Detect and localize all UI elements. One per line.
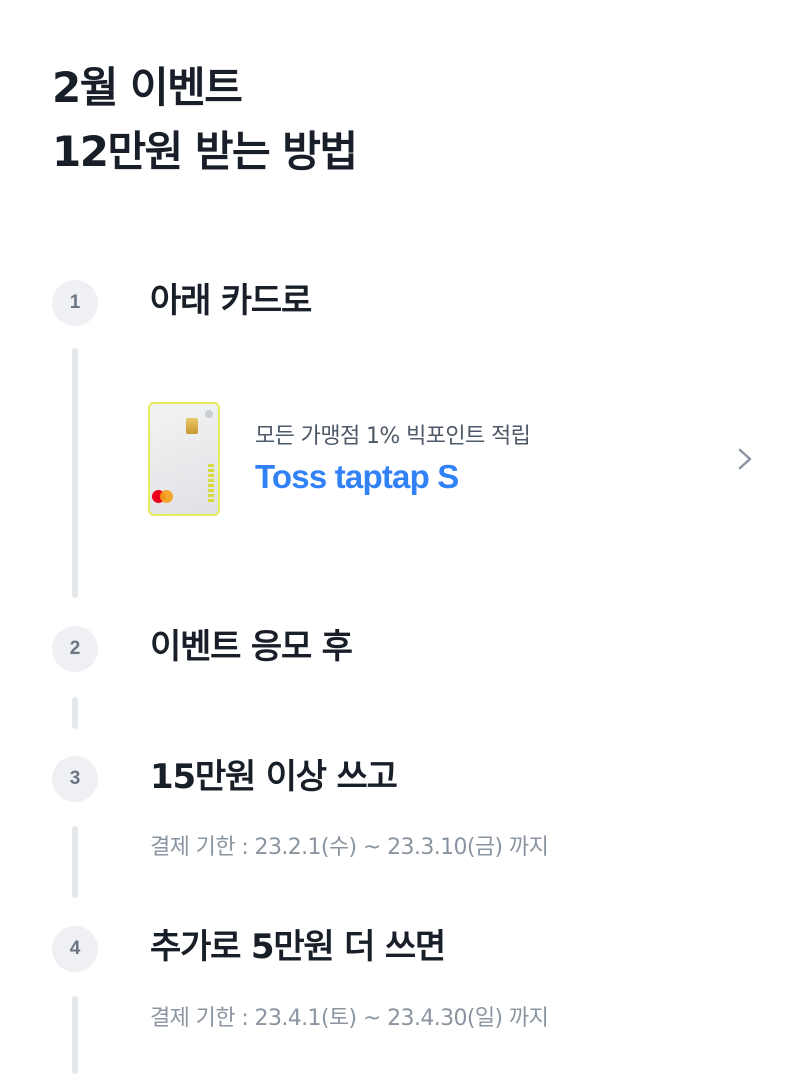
step-connector-4 — [72, 996, 78, 1074]
card-link-row[interactable]: 모든 가맹점 1% 빅포인트 적립 Toss taptap S — [140, 392, 760, 526]
step-number-badge-3: 3 — [52, 756, 98, 802]
card-name-link[interactable]: Toss taptap S — [255, 458, 459, 496]
step-number-badge-4: 4 — [52, 926, 98, 972]
page-title: 2월 이벤트 12만원 받는 방법 — [52, 56, 358, 184]
step-number-badge-2: 2 — [52, 626, 98, 672]
step-number-badge-1: 1 — [52, 280, 98, 326]
mastercard-icon — [152, 490, 174, 504]
card-logo-mark — [205, 410, 213, 418]
step-title-3: 15만원 이상 쓰고 — [150, 757, 398, 797]
step-title-4: 추가로 5만원 더 쓰면 — [150, 927, 446, 967]
step-desc-4: 결제 기한 : 23.4.1(토) ~ 23.4.30(일) 까지 — [150, 1006, 549, 1031]
card-image — [148, 402, 220, 516]
card-vertical-text — [208, 464, 214, 504]
page-title-line1: 2월 이벤트 — [52, 63, 243, 112]
step-connector-3 — [72, 826, 78, 898]
step-title-1: 아래 카드로 — [150, 281, 312, 321]
step-title-2: 이벤트 응모 후 — [150, 627, 353, 667]
card-chip — [186, 418, 198, 434]
card-benefit-text: 모든 가맹점 1% 빅포인트 적립 — [255, 424, 531, 449]
page-title-line2: 12만원 받는 방법 — [52, 127, 358, 176]
step-desc-3: 결제 기한 : 23.2.1(수) ~ 23.3.10(금) 까지 — [150, 835, 549, 860]
step-connector-1 — [72, 348, 78, 598]
chevron-right-icon[interactable] — [730, 444, 760, 474]
step-connector-2 — [72, 697, 78, 729]
